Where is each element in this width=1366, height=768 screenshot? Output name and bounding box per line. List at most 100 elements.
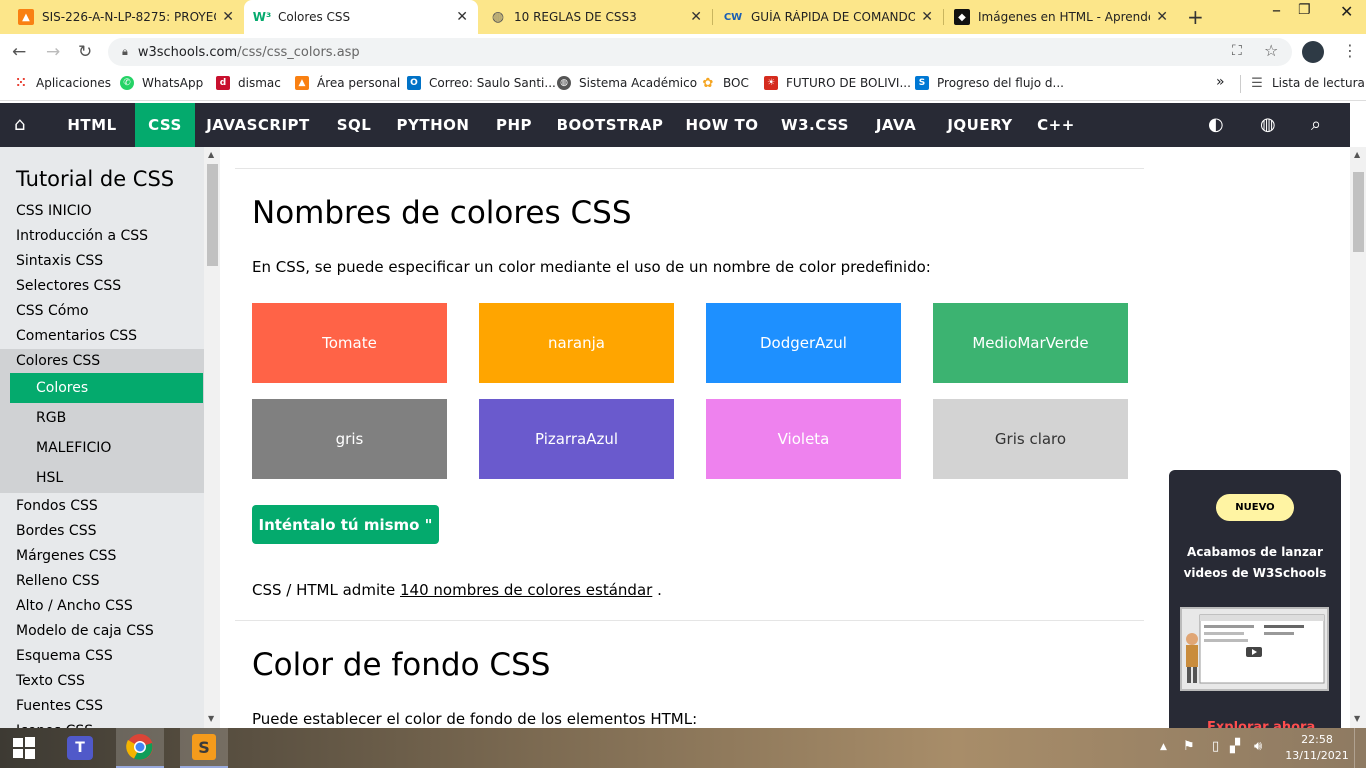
battery-icon[interactable]: ▯ bbox=[1212, 739, 1219, 754]
forward-icon[interactable]: → bbox=[46, 42, 60, 62]
sidebar-item-sintaxis[interactable]: Sintaxis CSS bbox=[0, 249, 204, 274]
close-tab-icon[interactable]: ✕ bbox=[222, 9, 234, 25]
page-scrollbar[interactable]: ▲ ▼ bbox=[1350, 147, 1366, 728]
sidebar-item-css-inicio[interactable]: CSS INICIO bbox=[0, 199, 204, 224]
sidebar-item-selectores[interactable]: Selectores CSS bbox=[0, 274, 204, 299]
close-tab-icon[interactable]: ✕ bbox=[690, 9, 702, 25]
color-names-link[interactable]: 140 nombres de colores estándar bbox=[400, 581, 652, 599]
bookmark-correo[interactable]: O Correo: Saulo Santi... bbox=[407, 76, 556, 90]
sidebar-item-modelo-caja[interactable]: Modelo de caja CSS bbox=[0, 619, 204, 644]
bookmark-boc[interactable]: ✿ BOC bbox=[701, 76, 749, 91]
close-window-icon[interactable]: ✕ bbox=[1340, 2, 1353, 21]
url-input[interactable]: 🔒︎ w3schools.com/css/css_colors.asp bbox=[108, 38, 1292, 66]
sidebar-subitem-rgb[interactable]: RGB bbox=[10, 403, 203, 433]
bookmark-aplicaciones[interactable]: ⁙ Aplicaciones bbox=[14, 75, 111, 91]
sidebar-subitem-maleficio[interactable]: MALEFICIO bbox=[10, 433, 203, 463]
tab-guia-comandos[interactable]: CW GUÍA RÁPIDA DE COMANDOS H ✕ bbox=[713, 0, 943, 34]
search-icon[interactable]: ⌕ bbox=[1311, 103, 1321, 147]
nav-php[interactable]: PHP bbox=[489, 103, 539, 147]
translate-icon[interactable]: ⛶ bbox=[1232, 43, 1242, 59]
tab-colores-css[interactable]: W³ Colores CSS ✕ bbox=[244, 0, 478, 34]
nav-java[interactable]: JAVA bbox=[868, 103, 924, 147]
nav-jquery[interactable]: JQUERY bbox=[938, 103, 1022, 147]
address-bar-row: ← → ↻ 🔒︎ w3schools.com/css/css_colors.as… bbox=[0, 34, 1366, 70]
back-icon[interactable]: ← bbox=[12, 42, 26, 62]
minimize-icon[interactable]: – bbox=[1272, 0, 1281, 21]
sidebar-item-alto-ancho[interactable]: Alto / Ancho CSS bbox=[0, 594, 204, 619]
nav-javascript[interactable]: JAVASCRIPT bbox=[202, 103, 314, 147]
dark-mode-icon[interactable]: ◐ bbox=[1208, 103, 1224, 147]
scroll-down-icon[interactable]: ▼ bbox=[208, 714, 214, 723]
apps-grid-icon: ⁙ bbox=[15, 75, 27, 91]
home-icon[interactable]: ⌂ bbox=[14, 103, 38, 147]
close-tab-icon[interactable]: ✕ bbox=[921, 9, 933, 25]
try-it-yourself-button[interactable]: Inténtalo tú mismo " bbox=[252, 505, 439, 544]
nav-sql[interactable]: SQL bbox=[328, 103, 380, 147]
sidebar-item-margenes[interactable]: Márgenes CSS bbox=[0, 544, 204, 569]
nav-html[interactable]: HTML bbox=[57, 103, 127, 147]
sidebar-item-texto[interactable]: Texto CSS bbox=[0, 669, 204, 694]
sidebar-item-fuentes[interactable]: Fuentes CSS bbox=[0, 694, 204, 719]
sidebar-item-bordes[interactable]: Bordes CSS bbox=[0, 519, 204, 544]
sidebar-subitem-colores[interactable]: Colores bbox=[10, 373, 203, 403]
teams-icon[interactable]: T bbox=[56, 728, 104, 768]
new-badge: NUEVO bbox=[1216, 494, 1294, 521]
sidebar-item-relleno[interactable]: Relleno CSS bbox=[0, 569, 204, 594]
close-tab-icon[interactable]: ✕ bbox=[1156, 9, 1168, 25]
sidebar-item-introduccion[interactable]: Introducción a CSS bbox=[0, 224, 204, 249]
nav-cpp[interactable]: C++ bbox=[1036, 103, 1076, 147]
bookmark-progreso-flujo[interactable]: S Progreso del flujo d... bbox=[915, 76, 1064, 90]
sidebar-subitem-hsl[interactable]: HSL bbox=[10, 463, 203, 493]
system-clock[interactable]: 22:58 13/11/2021 bbox=[1282, 732, 1352, 764]
bookmark-dismac[interactable]: d dismac bbox=[216, 76, 281, 90]
sidebar-item-comentarios[interactable]: Comentarios CSS bbox=[0, 324, 204, 349]
tab-imagenes-html[interactable]: ◆ Imágenes en HTML - Aprende s ✕ bbox=[944, 0, 1178, 34]
more-menu-icon[interactable]: ⋮ bbox=[1342, 41, 1358, 60]
profile-avatar[interactable] bbox=[1302, 41, 1324, 63]
reading-list-button[interactable]: ☰ Lista de lectura bbox=[1250, 76, 1365, 91]
nav-python[interactable]: PYTHON bbox=[392, 103, 474, 147]
sidebar-scroll-thumb[interactable] bbox=[207, 164, 218, 266]
bookmark-sistema-academico[interactable]: ◍ Sistema Académico bbox=[557, 76, 697, 90]
sidebar-item-colores-css[interactable]: Colores CSS bbox=[0, 349, 204, 374]
tab-reglas-css3[interactable]: ◍ 10 REGLAS DE CSS3 ✕ bbox=[480, 0, 712, 34]
maximize-icon[interactable]: ❐ bbox=[1298, 2, 1311, 18]
color-support-text: CSS / HTML admite 140 nombres de colores… bbox=[252, 581, 662, 599]
browser-tab-strip: ▲ SIS-226-A-N-LP-8275: PROYECT ✕ W³ Colo… bbox=[0, 0, 1366, 34]
nav-bootstrap[interactable]: BOOTSTRAP bbox=[554, 103, 666, 147]
show-desktop-button[interactable] bbox=[1354, 728, 1366, 768]
sidebar-item-iconos[interactable]: Iconos CSS bbox=[0, 719, 204, 728]
sublime-icon[interactable]: S bbox=[180, 728, 228, 768]
scroll-up-icon[interactable]: ▲ bbox=[1354, 150, 1360, 159]
bookmark-star-icon[interactable]: ☆ bbox=[1264, 41, 1278, 60]
video-thumbnail[interactable] bbox=[1180, 607, 1329, 691]
video-promo-card[interactable]: NUEVO Acabamos de lanzar videos de W3Sch… bbox=[1169, 470, 1341, 730]
sidebar-item-como[interactable]: CSS Cómo bbox=[0, 299, 204, 324]
close-tab-icon[interactable]: ✕ bbox=[456, 9, 468, 25]
reload-icon[interactable]: ↻ bbox=[78, 42, 92, 62]
sidebar-item-esquema[interactable]: Esquema CSS bbox=[0, 644, 204, 669]
swatch-violet: Violeta bbox=[706, 399, 901, 479]
nav-css[interactable]: CSS bbox=[135, 103, 195, 147]
nav-how-to[interactable]: HOW TO bbox=[681, 103, 763, 147]
scroll-down-icon[interactable]: ▼ bbox=[1354, 714, 1360, 723]
globe-icon[interactable]: ◍ bbox=[1260, 103, 1276, 147]
sidebar-scrollbar[interactable]: ▲ ▼ bbox=[204, 147, 220, 728]
nav-w3css[interactable]: W3.CSS bbox=[776, 103, 854, 147]
sidebar-item-fondos[interactable]: Fondos CSS bbox=[0, 494, 204, 519]
network-icon[interactable]: ▞ bbox=[1230, 739, 1240, 754]
tab-proyecto[interactable]: ▲ SIS-226-A-N-LP-8275: PROYECT ✕ bbox=[8, 0, 244, 34]
bookmarks-more[interactable]: » bbox=[1216, 74, 1225, 90]
chrome-icon[interactable] bbox=[116, 728, 164, 768]
new-tab-icon[interactable]: + bbox=[1187, 5, 1204, 29]
scroll-up-icon[interactable]: ▲ bbox=[208, 150, 214, 159]
bookmarks-divider bbox=[1240, 75, 1241, 93]
page-scroll-thumb[interactable] bbox=[1353, 172, 1364, 252]
bookmark-area-personal[interactable]: ▲ Área personal bbox=[295, 76, 400, 90]
windows-start-icon[interactable] bbox=[0, 728, 48, 768]
bookmark-futuro-bolivia[interactable]: ☀ FUTURO DE BOLIVI... bbox=[764, 76, 911, 90]
flag-icon[interactable]: ⚑ bbox=[1183, 739, 1195, 754]
show-hidden-icons[interactable]: ▲ bbox=[1160, 742, 1167, 752]
volume-icon[interactable]: 🔊︎ bbox=[1254, 739, 1262, 754]
bookmark-whatsapp[interactable]: ✆ WhatsApp bbox=[120, 76, 203, 90]
